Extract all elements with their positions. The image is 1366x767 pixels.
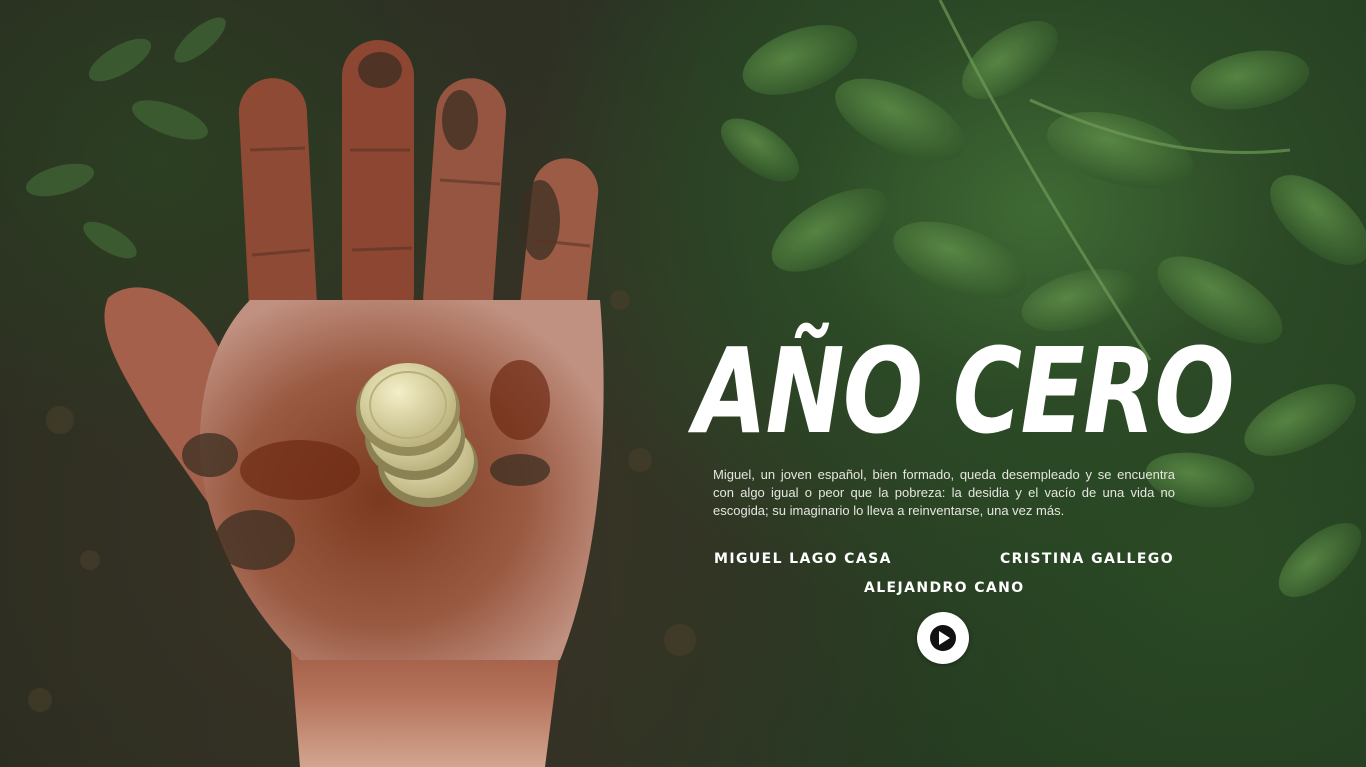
hand-illustration bbox=[104, 40, 604, 767]
credit-name: CRISTINA GALLEGO bbox=[999, 551, 1174, 567]
play-button[interactable] bbox=[917, 612, 969, 664]
credit-name: MIGUEL LAGO CASA bbox=[714, 551, 892, 567]
hero-section: AÑO CERO Miguel, un joven español, bien … bbox=[0, 0, 1366, 767]
play-icon bbox=[930, 625, 956, 651]
credit-name: ALEJANDRO CANO bbox=[864, 580, 1025, 596]
synopsis: Miguel, un joven español, bien formado, … bbox=[713, 467, 1175, 518]
movie-title: AÑO CERO bbox=[694, 322, 1235, 460]
